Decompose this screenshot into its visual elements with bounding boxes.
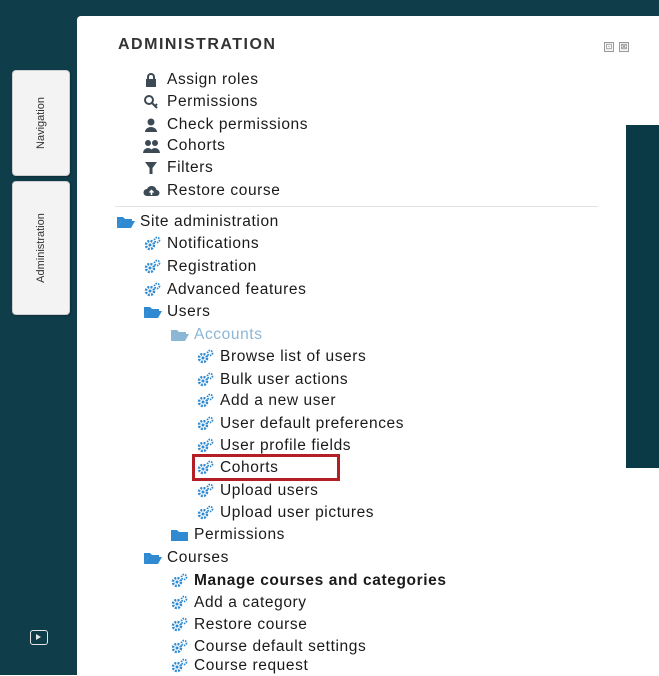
link-cohorts[interactable]: Cohorts <box>143 136 225 156</box>
lock-icon <box>143 72 161 88</box>
link-check-permissions[interactable]: Check permissions <box>143 115 308 135</box>
dock-block-icon[interactable]: ⊡ <box>604 42 614 52</box>
link-bulk-user-actions[interactable]: Bulk user actions <box>196 370 348 390</box>
user-icon <box>143 117 161 133</box>
gears-icon <box>196 483 214 499</box>
hide-block-icon[interactable]: ⊠ <box>619 42 629 52</box>
users-icon <box>143 138 161 154</box>
link-browse-list-of-users[interactable]: Browse list of users <box>196 347 366 367</box>
link-user-default-preferences[interactable]: User default preferences <box>196 414 404 434</box>
gears-icon <box>170 658 188 674</box>
link-advanced-features[interactable]: Advanced features <box>143 280 306 300</box>
cloud-upload-icon <box>143 183 161 199</box>
link-notifications[interactable]: Notifications <box>143 234 259 254</box>
gears-icon <box>170 617 188 633</box>
key-icon <box>143 94 161 110</box>
tab-administration[interactable]: Administration <box>12 181 70 315</box>
gears-icon <box>196 505 214 521</box>
link-restore-course[interactable]: Restore course <box>143 181 281 201</box>
divider <box>115 206 598 207</box>
folder-open-icon <box>143 304 162 320</box>
link-registration[interactable]: Registration <box>143 257 257 277</box>
folder-open-icon <box>143 550 162 566</box>
gears-icon <box>196 393 214 409</box>
gears-icon <box>196 349 214 365</box>
link-upload-user-pictures[interactable]: Upload user pictures <box>196 503 374 523</box>
folder-open-icon <box>116 214 135 230</box>
tab-navigation[interactable]: Navigation <box>12 70 70 176</box>
gears-icon <box>196 372 214 388</box>
link-upload-users[interactable]: Upload users <box>196 481 319 501</box>
tree-site-administration[interactable]: Site administration <box>116 212 279 232</box>
link-assign-roles[interactable]: Assign roles <box>143 70 259 90</box>
link-course-default-settings[interactable]: Course default settings <box>170 637 366 657</box>
tab-administration-label: Administration <box>35 213 47 283</box>
link-course-request[interactable]: Course request <box>170 656 308 676</box>
folder-icon <box>170 527 188 543</box>
link-add-a-category[interactable]: Add a category <box>170 593 307 613</box>
link-add-a-new-user[interactable]: Add a new user <box>196 391 336 411</box>
tree-permissions[interactable]: Permissions <box>170 525 285 545</box>
filter-icon <box>143 160 161 176</box>
gears-icon <box>143 236 161 252</box>
tab-navigation-label: Navigation <box>35 97 47 149</box>
block-title: ADMINISTRATION <box>118 36 277 53</box>
gears-icon <box>196 416 214 432</box>
cohorts-highlight-box <box>192 454 340 481</box>
gears-icon <box>143 282 161 298</box>
link-manage-courses-and-categories[interactable]: Manage courses and categories <box>170 571 447 591</box>
gears-icon <box>170 595 188 611</box>
link-filters[interactable]: Filters <box>143 158 213 178</box>
tree-users[interactable]: Users <box>143 302 210 322</box>
gears-icon <box>170 573 188 589</box>
scrollbar-thumb[interactable] <box>626 125 659 468</box>
folder-open-icon <box>170 327 189 343</box>
gears-icon <box>143 259 161 275</box>
dock-expand-icon[interactable] <box>30 630 48 645</box>
link-permissions[interactable]: Permissions <box>143 92 258 112</box>
tree-accounts[interactable]: Accounts <box>170 325 263 345</box>
gears-icon <box>196 438 214 454</box>
gears-icon <box>170 639 188 655</box>
tree-courses[interactable]: Courses <box>143 548 229 568</box>
link-site-restore-course[interactable]: Restore course <box>170 615 308 635</box>
